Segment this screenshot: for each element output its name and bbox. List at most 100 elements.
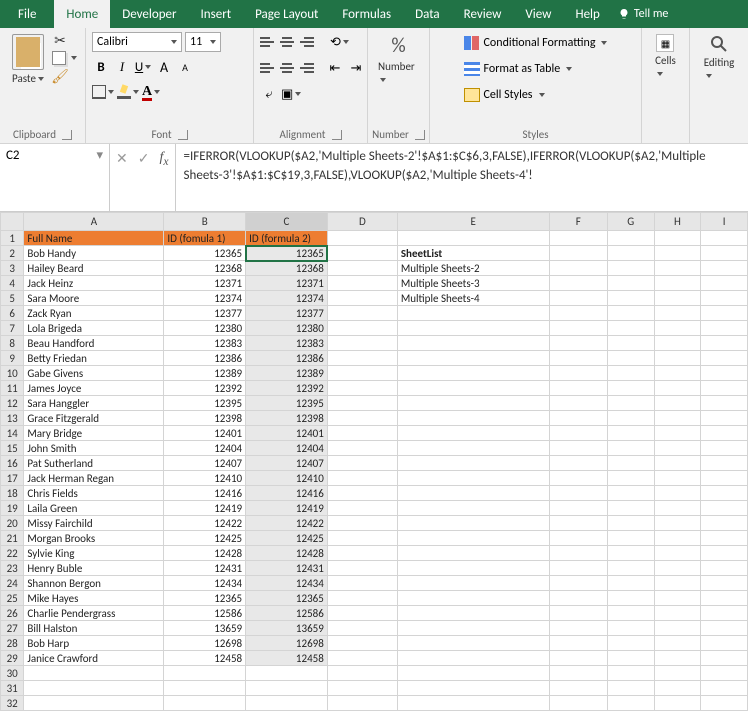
cell-D7[interactable] [327, 321, 397, 336]
cell-G19[interactable] [607, 501, 654, 516]
cell-B19[interactable]: 12419 [164, 501, 246, 516]
cell-I26[interactable] [701, 606, 748, 621]
col-header-D[interactable]: D [327, 213, 397, 231]
cell-H15[interactable] [654, 441, 701, 456]
editing-button[interactable]: Editing [700, 32, 739, 84]
row-header-14[interactable]: 14 [1, 426, 24, 441]
row-header-6[interactable]: 6 [1, 306, 24, 321]
cell-D4[interactable] [327, 276, 397, 291]
cell-C12[interactable]: 12395 [246, 396, 328, 411]
cell-D14[interactable] [327, 426, 397, 441]
cell-C21[interactable]: 12425 [246, 531, 328, 546]
row-header-28[interactable]: 28 [1, 636, 24, 651]
cell-C9[interactable]: 12386 [246, 351, 328, 366]
merge-button[interactable]: ▣ [281, 84, 301, 104]
orientation-button[interactable]: ⟲ [330, 32, 349, 52]
cell-I5[interactable] [701, 291, 748, 306]
cell-H6[interactable] [654, 306, 701, 321]
cell-C15[interactable]: 12404 [246, 441, 328, 456]
cell-C16[interactable]: 12407 [246, 456, 328, 471]
cell-G13[interactable] [607, 411, 654, 426]
cell-B28[interactable]: 12698 [164, 636, 246, 651]
cell-A19[interactable]: Laila Green [24, 501, 164, 516]
cell-G32[interactable] [607, 696, 654, 711]
cell-F25[interactable] [549, 591, 607, 606]
cell-I24[interactable] [701, 576, 748, 591]
cell-G16[interactable] [607, 456, 654, 471]
cell-D13[interactable] [327, 411, 397, 426]
cell-F9[interactable] [549, 351, 607, 366]
cell-A28[interactable]: Bob Harp [24, 636, 164, 651]
cell-A5[interactable]: Sara Moore [24, 291, 164, 306]
cell-H20[interactable] [654, 516, 701, 531]
cell-E1[interactable] [397, 231, 549, 246]
cell-D32[interactable] [327, 696, 397, 711]
cell-A2[interactable]: Bob Handy [24, 246, 164, 261]
cell-H28[interactable] [654, 636, 701, 651]
col-header-A[interactable]: A [24, 213, 164, 231]
select-all-corner[interactable] [1, 213, 24, 231]
cell-B29[interactable]: 12458 [164, 651, 246, 666]
row-header-4[interactable]: 4 [1, 276, 24, 291]
cell-I6[interactable] [701, 306, 748, 321]
cell-A25[interactable]: Mike Hayes [24, 591, 164, 606]
cell-H7[interactable] [654, 321, 701, 336]
cell-D24[interactable] [327, 576, 397, 591]
cell-E21[interactable] [397, 531, 549, 546]
number-launcher-icon[interactable] [415, 130, 425, 140]
tab-page-layout[interactable]: Page Layout [243, 0, 330, 28]
row-header-1[interactable]: 1 [1, 231, 24, 246]
cell-B16[interactable]: 12407 [164, 456, 246, 471]
align-left-icon[interactable] [260, 61, 276, 75]
cell-D3[interactable] [327, 261, 397, 276]
cell-E15[interactable] [397, 441, 549, 456]
cell-H24[interactable] [654, 576, 701, 591]
cell-G18[interactable] [607, 486, 654, 501]
cell-F27[interactable] [549, 621, 607, 636]
cell-C20[interactable]: 12422 [246, 516, 328, 531]
cell-C3[interactable]: 12368 [246, 261, 328, 276]
cell-A30[interactable] [24, 666, 164, 681]
cell-I7[interactable] [701, 321, 748, 336]
cell-B4[interactable]: 12371 [164, 276, 246, 291]
cell-E10[interactable] [397, 366, 549, 381]
cell-C25[interactable]: 12365 [246, 591, 328, 606]
cell-I23[interactable] [701, 561, 748, 576]
row-header-12[interactable]: 12 [1, 396, 24, 411]
row-header-13[interactable]: 13 [1, 411, 24, 426]
cell-C28[interactable]: 12698 [246, 636, 328, 651]
cell-G17[interactable] [607, 471, 654, 486]
cell-H25[interactable] [654, 591, 701, 606]
cell-B32[interactable] [164, 696, 246, 711]
cell-H32[interactable] [654, 696, 701, 711]
cell-H8[interactable] [654, 336, 701, 351]
cut-icon[interactable]: ✂ [52, 32, 68, 48]
conditional-formatting-button[interactable]: Conditional Formatting [464, 32, 608, 54]
cell-E19[interactable] [397, 501, 549, 516]
cell-F23[interactable] [549, 561, 607, 576]
row-header-5[interactable]: 5 [1, 291, 24, 306]
cell-E20[interactable] [397, 516, 549, 531]
cell-G4[interactable] [607, 276, 654, 291]
cell-F28[interactable] [549, 636, 607, 651]
grow-font-button[interactable]: A [155, 57, 173, 77]
cell-I27[interactable] [701, 621, 748, 636]
underline-button[interactable]: U [134, 57, 152, 77]
cell-G7[interactable] [607, 321, 654, 336]
row-header-7[interactable]: 7 [1, 321, 24, 336]
align-middle-icon[interactable] [279, 35, 295, 49]
cell-E24[interactable] [397, 576, 549, 591]
format-painter-icon[interactable]: 🖌 [52, 68, 68, 84]
tab-home[interactable]: Home [54, 0, 110, 28]
cell-F3[interactable] [549, 261, 607, 276]
cell-A8[interactable]: Beau Handford [24, 336, 164, 351]
cell-H16[interactable] [654, 456, 701, 471]
align-top-icon[interactable] [260, 35, 276, 49]
cell-E31[interactable] [397, 681, 549, 696]
cell-I3[interactable] [701, 261, 748, 276]
cell-G12[interactable] [607, 396, 654, 411]
tab-file[interactable]: File [0, 0, 54, 28]
tab-review[interactable]: Review [452, 0, 514, 28]
cell-E32[interactable] [397, 696, 549, 711]
cell-C29[interactable]: 12458 [246, 651, 328, 666]
